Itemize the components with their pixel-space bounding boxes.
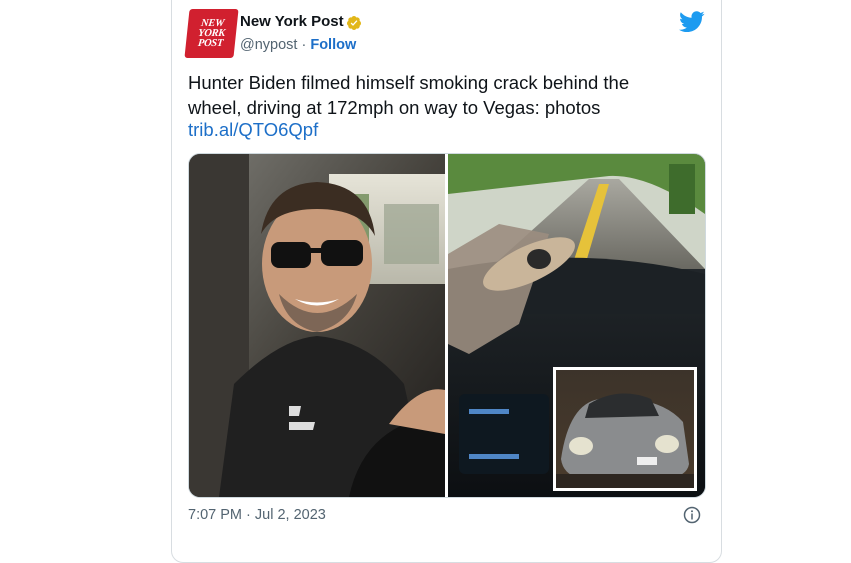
media-svg bbox=[189, 154, 705, 497]
tweet-text: Hunter Biden filmed himself smoking crac… bbox=[188, 70, 708, 120]
man-in-car-photo bbox=[189, 154, 445, 497]
nypost-avatar[interactable]: NEW YORK POST bbox=[184, 9, 239, 58]
tweet-timestamp[interactable]: 7:07 PM · Jul 2, 2023 bbox=[188, 507, 326, 523]
photo-divider bbox=[445, 154, 448, 497]
account-handle[interactable]: @nypost bbox=[240, 37, 297, 53]
account-name[interactable]: New York Post bbox=[240, 13, 344, 30]
twitter-bird-icon[interactable] bbox=[679, 11, 705, 33]
tweet-link[interactable]: trib.al/QTO6Qpf bbox=[188, 119, 318, 141]
tweet-media[interactable] bbox=[188, 153, 706, 498]
car-photo bbox=[553, 367, 697, 491]
follow-button[interactable]: Follow bbox=[310, 37, 356, 53]
account-handle-line: @nypost · Follow bbox=[240, 37, 356, 53]
verified-badge-icon bbox=[346, 16, 361, 30]
logo-text-2: YORK bbox=[197, 27, 226, 39]
logo-text-1: NEW bbox=[200, 17, 225, 29]
tweet-text-line: Hunter Biden filmed himself smoking crac… bbox=[188, 72, 630, 93]
separator: · bbox=[297, 37, 311, 53]
logo-text-3: POST bbox=[197, 37, 224, 49]
tweet-text-line: wheel, driving at 172mph on way to Vegas… bbox=[188, 97, 601, 118]
info-icon[interactable] bbox=[683, 506, 701, 524]
